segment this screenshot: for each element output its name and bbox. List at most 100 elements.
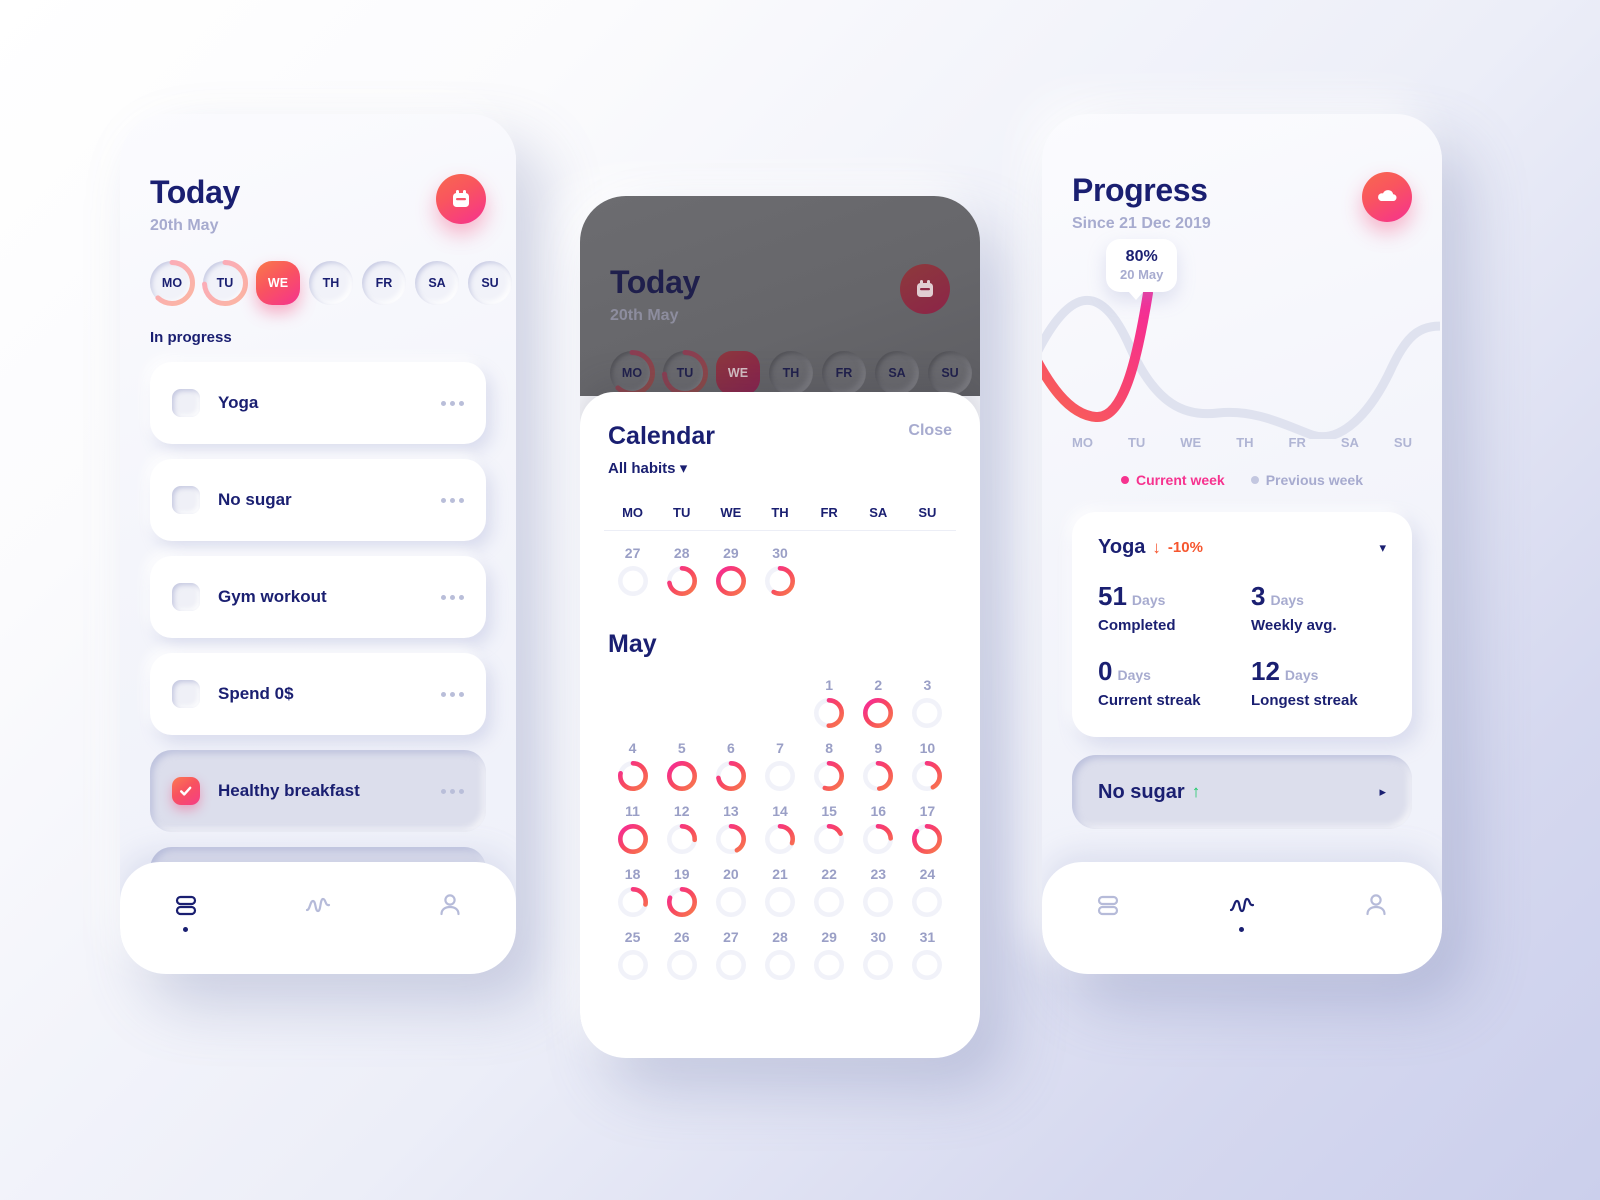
calendar-day-cell[interactable]: 8 <box>805 736 854 799</box>
page-title-dim: Today <box>610 264 700 300</box>
habit-menu-button[interactable] <box>441 788 464 794</box>
calendar-day-cell[interactable]: 18 <box>608 862 657 925</box>
calendar-day-cell[interactable]: 9 <box>854 736 903 799</box>
calendar-day-cell[interactable]: 10 <box>903 736 952 799</box>
calendar-day-cell[interactable]: 30 <box>854 925 903 988</box>
habit-row[interactable]: Healthy breakfast <box>150 750 486 832</box>
habit-checkbox[interactable] <box>172 583 200 611</box>
habit-name: No sugar <box>218 490 292 509</box>
habit-menu-button[interactable] <box>441 594 464 600</box>
calendar-day-cell[interactable]: 28 <box>755 925 804 988</box>
calendar-day-number: 30 <box>772 545 788 561</box>
calendar-day-cell[interactable]: 6 <box>706 736 755 799</box>
calendar-day-cell-empty <box>805 541 854 604</box>
calendar-day-cell[interactable]: 2 <box>854 673 903 736</box>
stat-card-no-sugar[interactable]: No sugar ↑ ▸ <box>1072 755 1412 829</box>
calendar-day-cell[interactable]: 4 <box>608 736 657 799</box>
habit-row[interactable]: Spend 0$ <box>150 653 486 735</box>
calendar-day-ring <box>617 887 648 917</box>
nav-item-person[interactable] <box>435 890 465 932</box>
calendar-day-cell[interactable]: 15 <box>805 799 854 862</box>
day-pill-th[interactable]: TH <box>769 351 813 395</box>
calendar-day-cell[interactable]: 5 <box>657 736 706 799</box>
day-pill-th[interactable]: TH <box>309 261 353 305</box>
calendar-day-ring <box>617 950 648 980</box>
stat-block: 12 Days Longest streak <box>1251 656 1386 709</box>
nav-item-list[interactable] <box>171 890 201 932</box>
calendar-day-cell[interactable]: 28 <box>657 541 706 604</box>
calendar-day-number: 30 <box>870 929 887 945</box>
calendar-day-cell[interactable]: 29 <box>706 541 755 604</box>
legend-item[interactable]: Current week <box>1121 472 1225 488</box>
habit-menu-button[interactable] <box>441 400 464 406</box>
calendar-day-cell[interactable]: 20 <box>706 862 755 925</box>
nav-item-pulse-chart[interactable] <box>302 890 334 932</box>
calendar-day-ring <box>764 887 795 917</box>
calendar-day-cell[interactable]: 25 <box>608 925 657 988</box>
habit-checkbox[interactable] <box>172 389 200 417</box>
day-pill-mo[interactable]: MO <box>149 260 195 306</box>
stat-card-yoga[interactable]: Yoga ↓ -10% ▾ 51 Days Completed 3 Days Wee… <box>1072 512 1412 737</box>
calendar-day-cell[interactable]: 24 <box>903 862 952 925</box>
calendar-day-cell[interactable]: 31 <box>903 925 952 988</box>
day-pill-mo[interactable]: MO <box>609 350 655 396</box>
calendar-day-cell[interactable]: 16 <box>854 799 903 862</box>
chevron-right-icon[interactable]: ▸ <box>1379 784 1386 800</box>
habit-checkbox[interactable] <box>172 680 200 708</box>
calendar-day-cell[interactable]: 14 <box>755 799 804 862</box>
chevron-down-icon[interactable]: ▾ <box>1379 540 1386 556</box>
calendar-day-cell[interactable]: 29 <box>805 925 854 988</box>
day-pill-fr[interactable]: FR <box>362 261 406 305</box>
day-pill-we[interactable]: WE <box>256 261 300 305</box>
day-pill-we[interactable]: WE <box>716 351 760 395</box>
nav-item-person[interactable] <box>1361 890 1391 932</box>
week-selector-dim[interactable]: MO TU WE TH FR SA SU <box>609 350 972 396</box>
day-pill-su[interactable]: SU <box>468 261 512 305</box>
habit-row[interactable]: Gym workout <box>150 556 486 638</box>
calendar-day-cell[interactable]: 17 <box>903 799 952 862</box>
nav-item-pulse-chart[interactable] <box>1226 890 1258 932</box>
calendar-day-cell[interactable]: 12 <box>657 799 706 862</box>
week-selector[interactable]: MO TU WE TH FR SA SU <box>149 260 512 306</box>
calendar-day-cell[interactable]: 22 <box>805 862 854 925</box>
calendar-button-dim[interactable] <box>900 264 950 314</box>
phone-today-screen: Today 20th May MO TU WE TH FR SA SU In p… <box>120 114 516 974</box>
calendar-day-cell[interactable]: 27 <box>706 925 755 988</box>
bottom-nav[interactable] <box>120 862 516 974</box>
calendar-day-cell[interactable]: 30 <box>755 541 804 604</box>
chart-svg <box>1042 288 1440 439</box>
calendar-day-cell[interactable]: 27 <box>608 541 657 604</box>
calendar-day-cell[interactable]: 26 <box>657 925 706 988</box>
close-button[interactable]: Close <box>908 422 952 440</box>
calendar-day-cell[interactable]: 3 <box>903 673 952 736</box>
calendar-day-cell[interactable]: 7 <box>755 736 804 799</box>
habit-menu-button[interactable] <box>441 497 464 503</box>
day-pill-sa[interactable]: SA <box>875 351 919 395</box>
calendar-day-cell[interactable]: 13 <box>706 799 755 862</box>
day-pill-tu[interactable]: TU <box>202 260 248 306</box>
habit-checkbox[interactable] <box>172 486 200 514</box>
calendar-day-cell[interactable]: 11 <box>608 799 657 862</box>
day-pill-sa[interactable]: SA <box>415 261 459 305</box>
calendar-button[interactable] <box>436 174 486 224</box>
calendar-day-cell[interactable]: 19 <box>657 862 706 925</box>
habit-filter-dropdown[interactable]: All habits ▾ <box>608 459 715 477</box>
cloud-sync-button[interactable] <box>1362 172 1412 222</box>
habit-checkbox[interactable] <box>172 777 200 805</box>
bottom-nav[interactable] <box>1042 862 1442 974</box>
habit-row[interactable]: Yoga <box>150 362 486 444</box>
calendar-day-cell[interactable]: 1 <box>805 673 854 736</box>
calendar-day-cell[interactable]: 21 <box>755 862 804 925</box>
chart-legend[interactable]: Current week Previous week <box>1042 472 1442 488</box>
habit-menu-button[interactable] <box>441 691 464 697</box>
calendar-day-number: 31 <box>919 929 936 945</box>
stat-value: 0 <box>1098 656 1113 686</box>
calendar-day-cell[interactable]: 23 <box>854 862 903 925</box>
day-pill-tu[interactable]: TU <box>662 350 708 396</box>
day-pill-su[interactable]: SU <box>928 351 972 395</box>
habit-row[interactable]: No sugar <box>150 459 486 541</box>
legend-item[interactable]: Previous week <box>1250 472 1363 488</box>
nav-item-list[interactable] <box>1093 890 1123 932</box>
day-pill-fr[interactable]: FR <box>822 351 866 395</box>
calendar-day-cell: 0 <box>755 673 804 736</box>
